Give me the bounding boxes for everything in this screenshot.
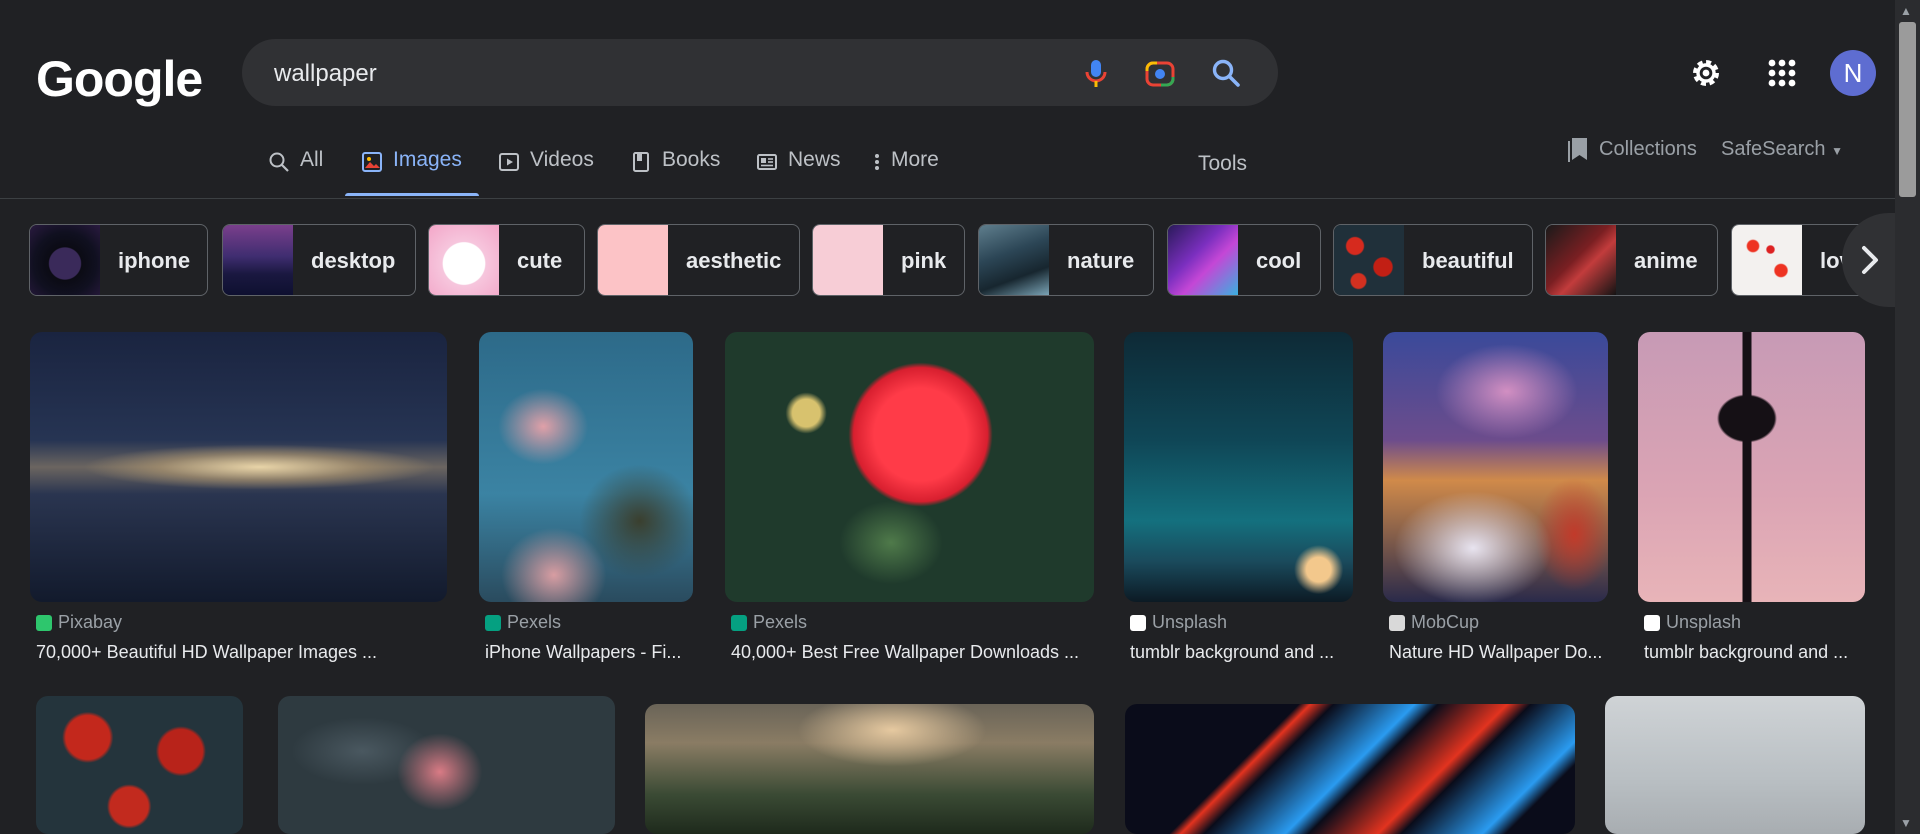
- related-searches-chips: iphone desktop cute aesthetic pink natur…: [29, 224, 1895, 296]
- account-avatar[interactable]: N: [1830, 50, 1876, 96]
- images-icon: [362, 152, 382, 172]
- result-source[interactable]: Unsplash: [1130, 612, 1227, 633]
- vertical-dots-icon: [875, 154, 879, 170]
- collections-button[interactable]: Collections: [1567, 136, 1697, 162]
- caret-down-icon: ▼: [1831, 144, 1843, 158]
- result-source[interactable]: Pexels: [731, 612, 807, 633]
- bookmark-collections-icon: [1568, 138, 1587, 162]
- safesearch-label: SafeSearch: [1721, 138, 1826, 160]
- pixabay-icon: [36, 614, 52, 631]
- result-source[interactable]: Unsplash: [1644, 612, 1741, 633]
- source-name: Unsplash: [1666, 612, 1742, 632]
- source-name: Unsplash: [1152, 612, 1228, 632]
- result-source[interactable]: Pexels: [485, 612, 561, 633]
- chip-thumbnail: [598, 225, 668, 295]
- chip-thumbnail: [30, 225, 100, 295]
- chip-thumbnail: [429, 225, 499, 295]
- chip-cute[interactable]: cute: [428, 224, 585, 296]
- result-source[interactable]: MobCup: [1389, 612, 1479, 633]
- google-logo[interactable]: Google: [36, 50, 203, 108]
- chip-desktop[interactable]: desktop: [222, 224, 416, 296]
- chip-nature[interactable]: nature: [978, 224, 1154, 296]
- chip-beautiful[interactable]: beautiful: [1333, 224, 1533, 296]
- safesearch-dropdown[interactable]: SafeSearch ▼: [1721, 138, 1843, 161]
- result-thumbnail[interactable]: [1383, 332, 1608, 602]
- result-title[interactable]: 40,000+ Best Free Wallpaper Downloads ..…: [731, 642, 1079, 663]
- result-thumbnail[interactable]: [1605, 696, 1865, 834]
- result-thumbnail[interactable]: [30, 332, 447, 602]
- mobcup-icon: [1389, 614, 1405, 631]
- pexels-icon: [731, 614, 747, 631]
- microphone-icon[interactable]: [1080, 57, 1112, 89]
- news-icon: [757, 154, 777, 170]
- header-divider: [0, 198, 1895, 199]
- tab-label: Images: [393, 148, 462, 171]
- result-title[interactable]: tumblr background and ...: [1130, 642, 1334, 663]
- tab-label: Videos: [530, 148, 594, 171]
- chip-thumbnail: [813, 225, 883, 295]
- result-thumbnail[interactable]: [1638, 332, 1865, 602]
- play-icon: [499, 153, 519, 171]
- camera-lens-icon[interactable]: [1144, 57, 1176, 89]
- scroll-up-arrow-icon[interactable]: ▲: [1900, 4, 1912, 18]
- result-thumbnail[interactable]: [36, 696, 243, 834]
- chip-thumbnail: [1168, 225, 1238, 295]
- apps-grid-icon[interactable]: [1764, 55, 1800, 91]
- unsplash-icon: [1130, 614, 1146, 631]
- active-tab-indicator: [345, 193, 479, 196]
- tab-label: Books: [662, 148, 721, 171]
- search-input[interactable]: [272, 57, 1036, 91]
- result-thumbnail[interactable]: [278, 696, 615, 834]
- chip-thumbnail: [1546, 225, 1616, 295]
- tools-button[interactable]: Tools: [1198, 152, 1247, 176]
- tab-label: All: [300, 148, 324, 171]
- result-thumbnail[interactable]: [479, 332, 693, 602]
- chip-cool[interactable]: cool: [1167, 224, 1321, 296]
- source-name: Pexels: [507, 612, 562, 632]
- result-thumbnail[interactable]: [1124, 332, 1353, 602]
- chip-anime[interactable]: anime: [1545, 224, 1718, 296]
- tab-label: News: [788, 148, 841, 171]
- result-title[interactable]: iPhone Wallpapers - Fi...: [485, 642, 681, 663]
- search-icon[interactable]: [1210, 57, 1242, 89]
- source-name: Pexels: [753, 612, 808, 632]
- tab-books[interactable]: Books: [630, 148, 720, 198]
- unsplash-icon: [1644, 614, 1660, 631]
- source-name: MobCup: [1411, 612, 1480, 632]
- chip-iphone[interactable]: iphone: [29, 224, 208, 296]
- source-name: Pixabay: [58, 612, 123, 632]
- search-box[interactable]: [242, 39, 1278, 106]
- chip-thumbnail: [1334, 225, 1404, 295]
- tab-images[interactable]: Images: [361, 148, 462, 198]
- tab-videos[interactable]: Videos: [498, 148, 594, 198]
- result-title[interactable]: 70,000+ Beautiful HD Wallpaper Images ..…: [36, 642, 377, 663]
- tab-label: More: [891, 148, 939, 171]
- result-title[interactable]: tumblr background and ...: [1644, 642, 1848, 663]
- scroll-down-arrow-icon[interactable]: ▼: [1900, 816, 1912, 830]
- pexels-icon: [485, 614, 501, 631]
- scrollbar-thumb[interactable]: [1899, 22, 1916, 197]
- chip-thumbnail: [223, 225, 293, 295]
- result-source[interactable]: Pixabay: [36, 612, 122, 633]
- result-thumbnail[interactable]: [725, 332, 1094, 602]
- result-title[interactable]: Nature HD Wallpaper Do...: [1389, 642, 1602, 663]
- tab-all[interactable]: All: [268, 148, 323, 198]
- search-icon: [269, 152, 289, 172]
- chip-thumbnail: [979, 225, 1049, 295]
- chip-aesthetic[interactable]: aesthetic: [597, 224, 800, 296]
- chip-pink[interactable]: pink: [812, 224, 965, 296]
- result-thumbnail[interactable]: [645, 704, 1094, 834]
- tab-more[interactable]: More: [873, 148, 939, 198]
- tab-news[interactable]: News: [756, 148, 841, 198]
- book-icon: [633, 152, 649, 172]
- settings-gear-icon[interactable]: [1688, 55, 1724, 91]
- chip-thumbnail: [1732, 225, 1802, 295]
- result-thumbnail[interactable]: [1125, 704, 1575, 834]
- collections-label: Collections: [1599, 137, 1697, 160]
